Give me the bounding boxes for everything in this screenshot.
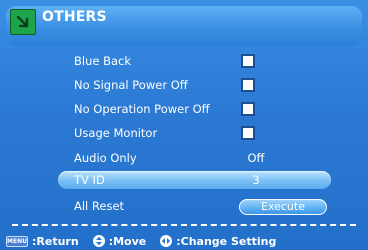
menu-item-label: Audio Only	[74, 151, 137, 165]
move-hint: :Move	[108, 234, 147, 248]
return-hint: :Return	[32, 234, 79, 248]
menu-item-label: No Signal Power Off	[74, 78, 188, 92]
menu-item-blue-back[interactable]: Blue Back	[0, 51, 368, 75]
usage-monitor-checkbox[interactable]	[241, 126, 255, 140]
menu-item-no-signal-power-off[interactable]: No Signal Power Off	[0, 75, 368, 99]
up-down-arrows-icon	[92, 235, 105, 247]
tv-id-value: 3	[252, 173, 260, 187]
menu-item-label: All Reset	[74, 199, 125, 213]
menu-item-tv-id[interactable]: TV ID 3	[0, 170, 368, 194]
arrow-down-right-icon	[10, 9, 36, 35]
menu-item-label: No Operation Power Off	[74, 102, 210, 116]
menu-item-label: Usage Monitor	[74, 126, 158, 140]
menu-item-label: Blue Back	[74, 54, 132, 68]
change-setting-hint: :Change Setting	[176, 234, 277, 248]
page-title: OTHERS	[42, 9, 107, 25]
menu-item-audio-only[interactable]: Audio Only Off	[0, 148, 368, 172]
menu-item-no-operation-power-off[interactable]: No Operation Power Off	[0, 99, 368, 123]
footer-divider	[12, 224, 356, 226]
footer-hints: MENU :Return :Move :Change Setting	[6, 233, 276, 249]
menu-item-usage-monitor[interactable]: Usage Monitor	[0, 123, 368, 147]
execute-button[interactable]: Execute	[239, 199, 327, 215]
no-operation-power-off-checkbox[interactable]	[241, 102, 255, 116]
audio-only-value: Off	[247, 151, 265, 165]
menu-key-icon: MENU	[6, 235, 28, 247]
osd-screen: OTHERS Blue Back No Signal Power Off No …	[0, 0, 368, 250]
menu-item-label: TV ID	[74, 173, 105, 187]
no-signal-power-off-checkbox[interactable]	[241, 78, 255, 92]
left-right-arrows-icon	[160, 235, 173, 247]
title-bar: OTHERS	[6, 6, 362, 46]
blue-back-checkbox[interactable]	[241, 54, 255, 68]
